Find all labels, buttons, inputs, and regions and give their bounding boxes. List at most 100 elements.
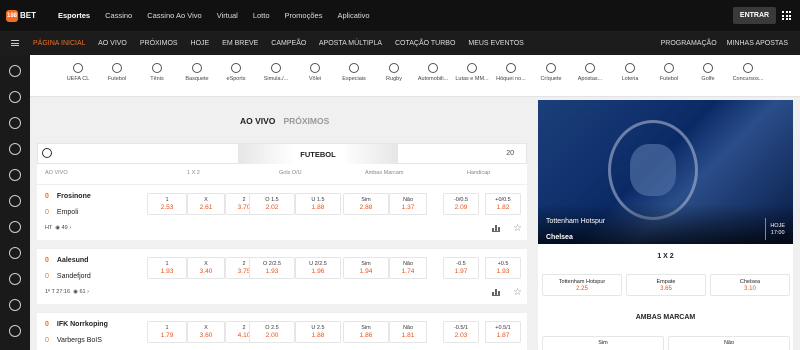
brand-logo[interactable]: 188 BET: [6, 9, 36, 23]
boxing-icon[interactable]: [9, 299, 21, 311]
subnav-ao-vivo[interactable]: AO VIVO: [98, 40, 127, 47]
sport-futebol[interactable]: Futebol: [95, 63, 139, 82]
nav-virtual[interactable]: Virtual: [217, 11, 238, 20]
odd-button[interactable]: -0.5 1.97: [443, 257, 479, 279]
sport-simulados[interactable]: Simula./...: [254, 63, 298, 82]
away-team[interactable]: 0 Empoli: [45, 209, 78, 216]
sport-automobilismo[interactable]: Automobili...: [411, 63, 455, 82]
odd-button[interactable]: U 1.5 1.88: [295, 193, 341, 215]
nav-promocoes[interactable]: Promoções: [285, 11, 323, 20]
nav-lotto[interactable]: Lotto: [253, 11, 270, 20]
sub-nav: PÁGINA INICIAL AO VIVO PRÓXIMOS HOJE EM …: [33, 40, 535, 47]
subnav-hoje[interactable]: HOJE: [191, 40, 210, 47]
away-team[interactable]: 0 Varbergs BoIS: [45, 337, 102, 344]
rugby-icon[interactable]: [9, 247, 21, 259]
match-row: 0 Frosinone 0 Empoli 1 2.53 X 2.61 2 3.70 O 1…: [37, 184, 527, 240]
subnav-campeao[interactable]: CAMPEÃO: [271, 40, 306, 47]
odd-button[interactable]: Sim 1.86: [343, 321, 389, 343]
odd-button[interactable]: O 2.5 2.00: [249, 321, 295, 343]
sport-tenis[interactable]: Tênis: [135, 63, 179, 82]
odd-button[interactable]: U 2.5 1.88: [295, 321, 341, 343]
trophy-icon[interactable]: [9, 221, 21, 233]
subnav-proximos[interactable]: PRÓXIMOS: [140, 40, 178, 47]
odd-button[interactable]: O 1.5 2.02: [249, 193, 295, 215]
odd-button[interactable]: X 3.40: [187, 257, 225, 279]
featured-odd-button[interactable]: Tottenham Hotspur 2.25: [542, 274, 622, 296]
more-markets-link[interactable]: 49 ›: [62, 225, 71, 231]
stats-chart-icon[interactable]: [492, 225, 500, 232]
away-team[interactable]: 0 Sandefjord: [45, 273, 91, 280]
odd-button[interactable]: +0/0.5 1.82: [485, 193, 521, 215]
nav-cassino[interactable]: Cassino: [105, 11, 132, 20]
sport-rugby[interactable]: Rugby: [372, 63, 416, 82]
odd-button[interactable]: 1 1.93: [147, 257, 187, 279]
featured-odd-button[interactable]: Sim: [542, 336, 664, 350]
sport-criquete[interactable]: Críquete: [529, 63, 573, 82]
featured-odd-button[interactable]: Chelsea 3.10: [710, 274, 790, 296]
boxing-glove-icon: [467, 63, 477, 73]
featured-match-banner[interactable]: Tottenham Hotspur Chelsea HOJE 17:00: [538, 100, 793, 244]
menu-icon[interactable]: [11, 40, 19, 46]
odd-button[interactable]: O 2/2.5 1.93: [249, 257, 295, 279]
subnav-pagina-inicial[interactable]: PÁGINA INICIAL: [33, 40, 86, 47]
sport-section-header[interactable]: FUTEBOL 20: [37, 143, 527, 165]
tab-ao-vivo[interactable]: AO VIVO: [240, 116, 275, 126]
odd-button[interactable]: X 3.60: [187, 321, 225, 343]
tennis-racket-icon: [152, 63, 162, 73]
sport-hoquei[interactable]: Hóquei no...: [489, 63, 533, 82]
subnav-aposta-multipla[interactable]: APOSTA MÚLTIPLA: [319, 40, 382, 47]
favorite-star-icon[interactable]: ☆: [513, 223, 522, 234]
odd-button[interactable]: Não 1.37: [389, 193, 427, 215]
subnav-cotacao-turbo[interactable]: COTAÇÃO TURBO: [395, 40, 455, 47]
odd-button[interactable]: X 2.61: [187, 193, 225, 215]
esports-icon[interactable]: [9, 143, 21, 155]
tennis-icon[interactable]: [9, 91, 21, 103]
sport-golfe[interactable]: Golfe: [686, 63, 730, 82]
apps-grid-icon[interactable]: [782, 11, 791, 20]
odd-button[interactable]: Sim 2.88: [343, 193, 389, 215]
sport-especiais[interactable]: Especiais: [332, 63, 376, 82]
odd-button[interactable]: Sim 1.94: [343, 257, 389, 279]
sport-futebol-americano[interactable]: Futebol: [647, 63, 691, 82]
subnav-minhas-apostas[interactable]: MINHAS APOSTAS: [727, 40, 788, 47]
subnav-meus-eventos[interactable]: MEUS EVENTOS: [468, 40, 524, 47]
login-button[interactable]: ENTRAR: [733, 7, 776, 24]
simulated-icon[interactable]: [9, 169, 21, 181]
home-team[interactable]: 0 Frosinone: [45, 193, 91, 200]
subnav-programacao[interactable]: PROGRAMAÇÃO: [661, 40, 717, 47]
basketball-icon[interactable]: [9, 117, 21, 129]
home-team[interactable]: 0 Aalesund: [45, 257, 88, 264]
sport-lutas[interactable]: Lutas e MM...: [450, 63, 494, 82]
odd-button[interactable]: -0/0.5 2.09: [443, 193, 479, 215]
odd-button[interactable]: Não 1.74: [389, 257, 427, 279]
favorite-star-icon[interactable]: ☆: [513, 287, 522, 298]
odd-button[interactable]: -0.5/1 2.03: [443, 321, 479, 343]
featured-odd-button[interactable]: Não: [668, 336, 790, 350]
hockey-icon[interactable]: [9, 325, 21, 337]
odd-button[interactable]: Não 1.81: [389, 321, 427, 343]
home-team[interactable]: 0 IFK Norrkoping: [45, 321, 108, 328]
flag-icon[interactable]: [9, 273, 21, 285]
nav-esportes[interactable]: Esportes: [58, 11, 90, 20]
odd-button[interactable]: +0.5/1 1.87: [485, 321, 521, 343]
sport-basquete[interactable]: Basquete: [175, 63, 219, 82]
sport-loteria[interactable]: Loteria: [608, 63, 652, 82]
tab-proximos[interactable]: PRÓXIMOS: [283, 116, 329, 126]
volleyball-icon[interactable]: [9, 195, 21, 207]
soccer-icon[interactable]: [9, 65, 21, 77]
sport-concursos[interactable]: Concursos...: [726, 63, 770, 82]
odd-button[interactable]: 1 2.53: [147, 193, 187, 215]
stats-chart-icon[interactable]: [492, 289, 500, 296]
featured-odd-button[interactable]: Empate 3.65: [626, 274, 706, 296]
sport-esports[interactable]: eSports: [214, 63, 258, 82]
sport-uefa-cl[interactable]: UEFA CL: [56, 63, 100, 82]
sport-apostas[interactable]: Apostas...: [568, 63, 612, 82]
nav-aplicativo[interactable]: Aplicativo: [337, 11, 369, 20]
odd-button[interactable]: +0.5 1.93: [485, 257, 521, 279]
odd-button[interactable]: 1 1.79: [147, 321, 187, 343]
sport-volei[interactable]: Vôlei: [293, 63, 337, 82]
odd-button[interactable]: U 2/2.5 1.96: [295, 257, 341, 279]
nav-cassino-ao-vivo[interactable]: Cassino Ao Vivo: [147, 11, 201, 20]
subnav-em-breve[interactable]: EM BREVE: [222, 40, 258, 47]
more-markets-link[interactable]: 61 ›: [79, 289, 88, 295]
